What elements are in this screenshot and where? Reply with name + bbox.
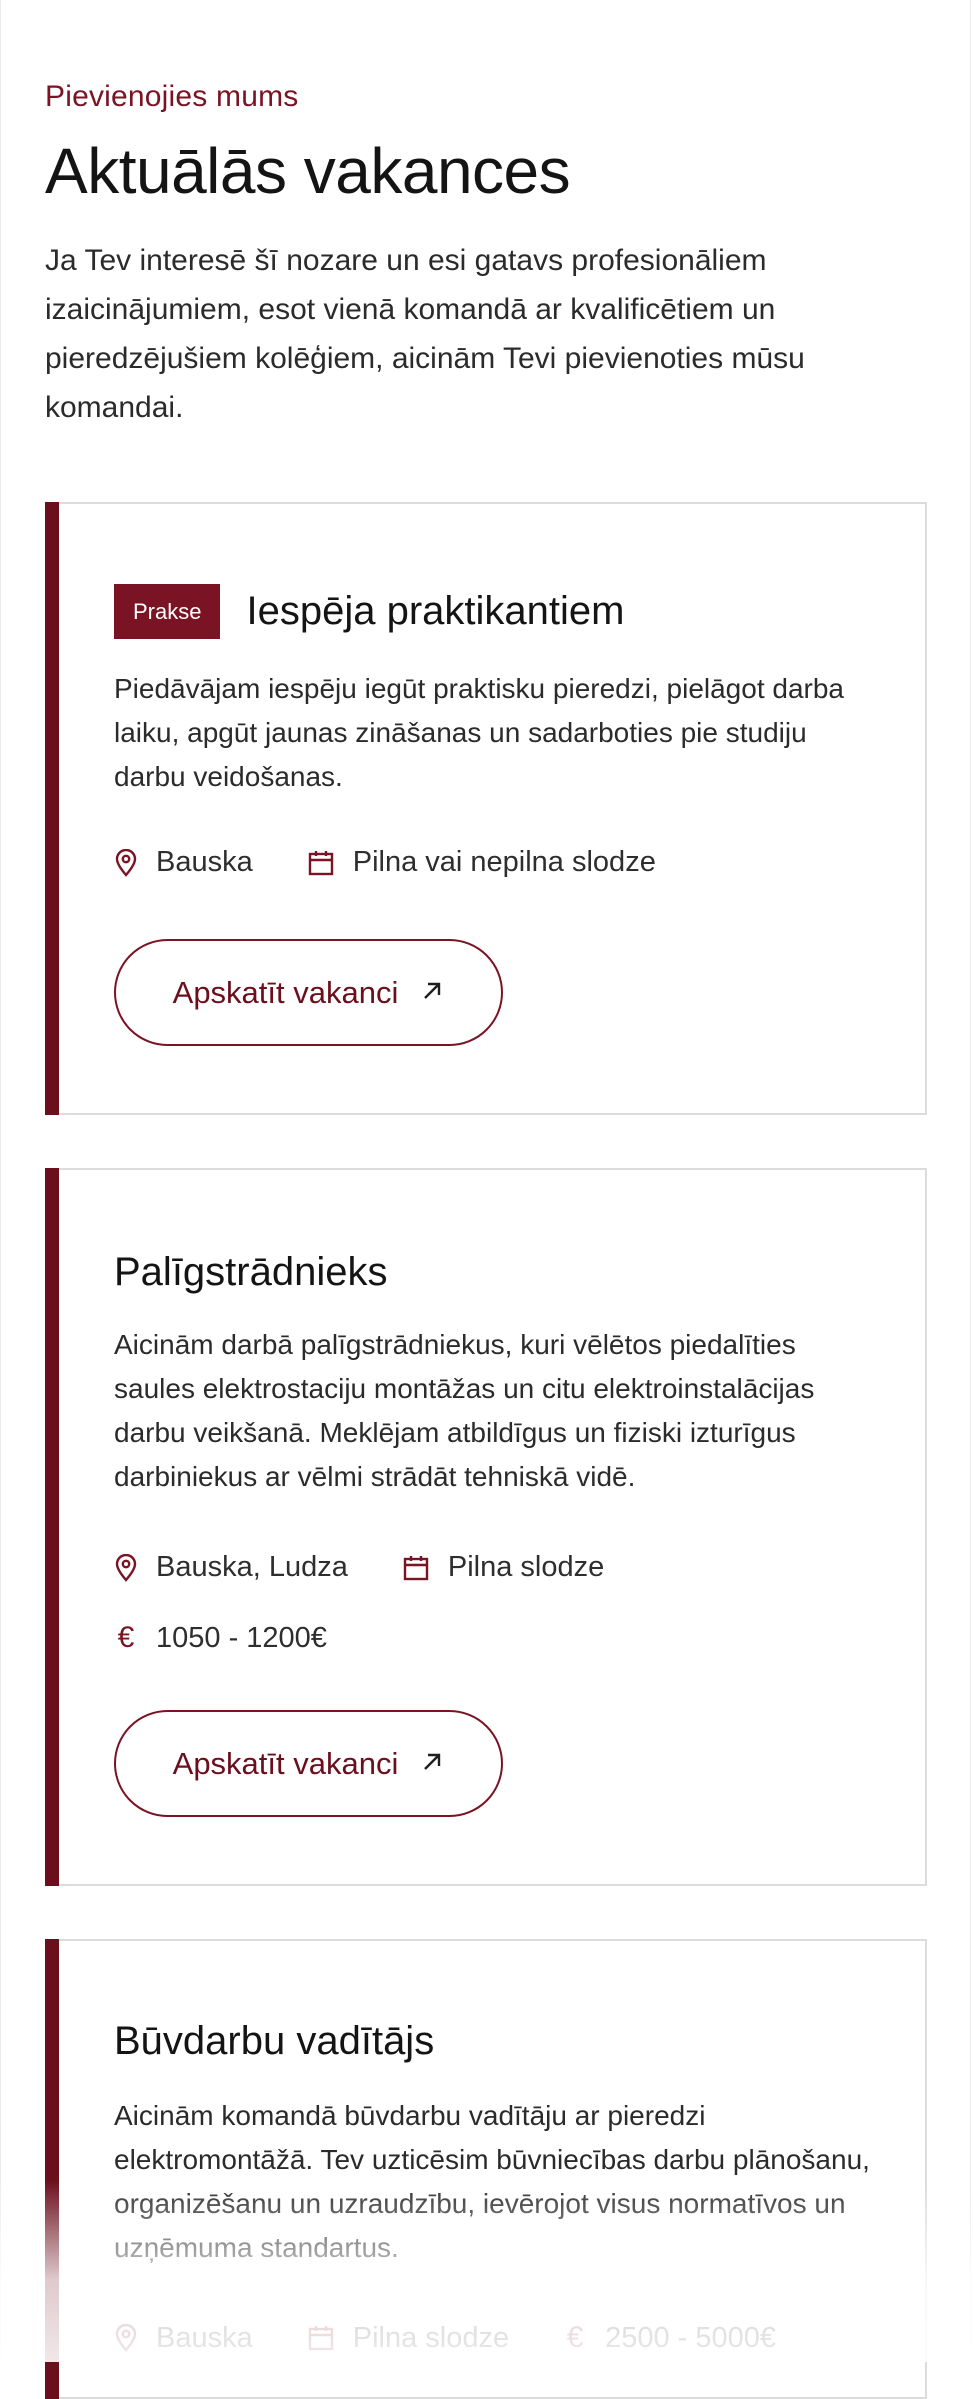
vacancy-title: Iespēja praktikantiem: [246, 589, 625, 633]
view-vacancy-button[interactable]: Apskatīt vakanci: [114, 1710, 503, 1817]
vacancy-schedule: Pilna vai nepilna slodze: [307, 846, 656, 879]
view-vacancy-button[interactable]: Apskatīt vakanci: [114, 939, 503, 1046]
vacancy-location-text: Bauska: [156, 2321, 253, 2354]
map-pin-icon: [114, 2324, 138, 2352]
euro-icon: €: [117, 1621, 135, 1654]
arrow-up-right-icon: [420, 975, 444, 1011]
page-title: Aktuālās vakances: [45, 135, 571, 207]
vacancy-salary-text: 1050 - 1200€: [156, 1621, 327, 1654]
intro-text: Ja Tev interesē šī nozare un esi gatavs …: [45, 244, 805, 424]
arrow-up-right-icon: [420, 1746, 444, 1782]
vacancy-description: Aicinām darbā palīgstrādniekus, kuri vēl…: [114, 1329, 815, 1492]
vacancy-salary: € 1050 - 1200€: [114, 1621, 327, 1655]
calendar-icon: [307, 849, 335, 877]
vacancy-description: Aicinām komandā būvdarbu vadītāju ar pie…: [114, 2100, 870, 2263]
vacancy-card: Būvdarbu vadītājs Aicinām komandā būvdar…: [45, 1939, 927, 2399]
vacancy-location: Bauska: [114, 2322, 253, 2355]
vacancy-title: Palīgstrādnieks: [114, 1250, 388, 1294]
vacancy-salary-text: 2500 - 5000€: [605, 2321, 777, 2354]
view-vacancy-label: Apskatīt vakanci: [172, 1745, 399, 1781]
vacancy-schedule-text: Pilna vai nepilna slodze: [352, 846, 656, 878]
vacancy-location: Bauska, Ludza: [114, 1551, 348, 1584]
calendar-icon: [402, 1554, 430, 1582]
vacancy-card: Prakse Iespēja praktikantiem Piedāvājam …: [45, 502, 927, 1115]
euro-icon: €: [566, 2321, 584, 2354]
vacancy-schedule: Pilna slodze: [402, 1551, 604, 1584]
calendar-icon: [307, 2324, 335, 2352]
vacancy-schedule-text: Pilna slodze: [447, 1551, 605, 1583]
map-pin-icon: [114, 1553, 138, 1582]
vacancy-location-text: Bauska: [156, 846, 253, 878]
vacancy-title: Būvdarbu vadītājs: [114, 2019, 435, 2063]
map-pin-icon: [114, 848, 138, 877]
view-vacancy-label: Apskatīt vakanci: [172, 974, 399, 1010]
vacancy-salary: € 2500 - 5000€: [563, 2321, 776, 2355]
vacancy-card: Palīgstrādnieks Aicinām darbā palīgstrād…: [45, 1168, 927, 1886]
vacancy-schedule: Pilna slodze: [307, 2322, 509, 2355]
section-eyebrow: Pievienojies mums: [45, 80, 299, 113]
vacancy-location: Bauska: [114, 846, 253, 879]
vacancy-location-text: Bauska, Ludza: [156, 1551, 348, 1583]
vacancy-badge: Prakse: [114, 584, 221, 639]
vacancy-description: Piedāvājam iespēju iegūt praktisku piere…: [114, 673, 844, 792]
vacancy-schedule-text: Pilna slodze: [352, 2321, 510, 2354]
